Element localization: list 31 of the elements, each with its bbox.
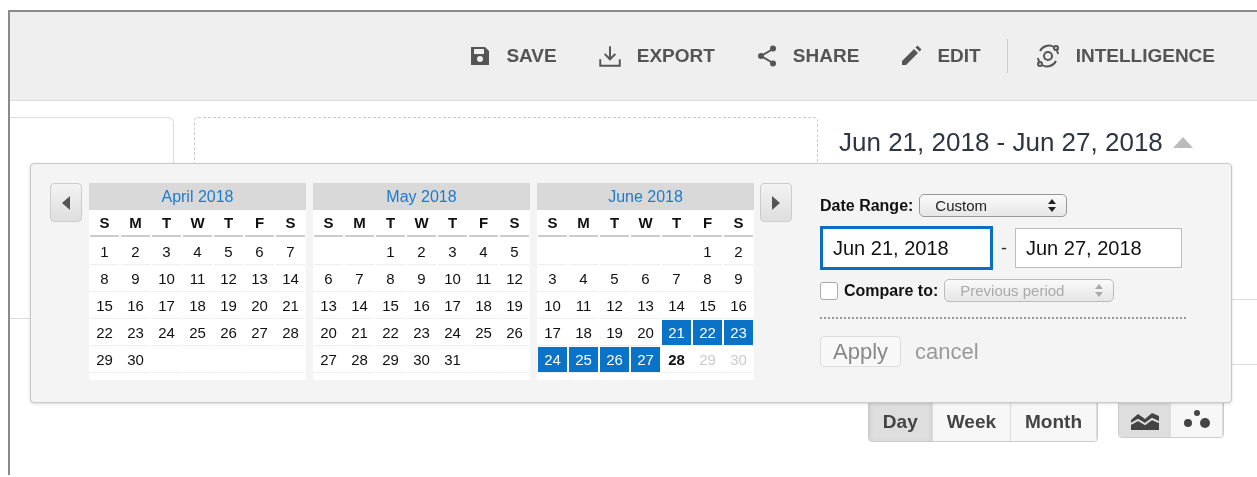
month-title: June 2018 (537, 183, 754, 210)
calendar-day[interactable]: 27 (631, 347, 660, 372)
date-range-text[interactable]: Jun 21, 2018 - Jun 27, 2018 (839, 127, 1163, 158)
calendar-day[interactable]: 23 (724, 320, 753, 345)
triangle-right-icon (772, 195, 780, 210)
date-range-select[interactable]: Custom (919, 194, 1068, 217)
triangle-left-icon (62, 195, 70, 210)
date-range-label: Date Range: (820, 196, 914, 215)
month-title: April 2018 (89, 183, 306, 210)
calendar-day[interactable]: 26 (600, 347, 629, 372)
start-date-field[interactable]: Jun 21, 2018 (820, 226, 993, 270)
toolbar-button[interactable]: SHARE (734, 43, 880, 69)
calendar-day[interactable]: 25 (569, 347, 598, 372)
stepper-arrows-icon (1095, 284, 1104, 297)
compare-label: Compare to: (844, 281, 939, 300)
download-icon (596, 43, 623, 69)
next-month-button[interactable] (760, 183, 792, 222)
calendar-day[interactable]: 24 (538, 347, 567, 372)
bubble-chart-icon (1181, 409, 1212, 430)
toolbar-button[interactable]: INTELLIGENCE (1013, 42, 1235, 70)
end-date-field[interactable]: Jun 27, 2018 (1015, 228, 1182, 268)
toolbar-button[interactable]: EDIT (879, 44, 1001, 68)
toolbar-button[interactable]: EXPORT (576, 43, 735, 69)
stepper-arrows-icon (1048, 199, 1057, 212)
previous-month-button[interactable] (50, 183, 82, 222)
calendar-day[interactable]: 21 (662, 320, 691, 345)
pencil-icon (899, 44, 924, 68)
toolbar-button[interactable]: SAVE (448, 44, 577, 68)
calendar-day[interactable]: 22 (693, 320, 722, 345)
date-separator: - (1001, 237, 1007, 259)
month-title: May 2018 (313, 183, 530, 210)
